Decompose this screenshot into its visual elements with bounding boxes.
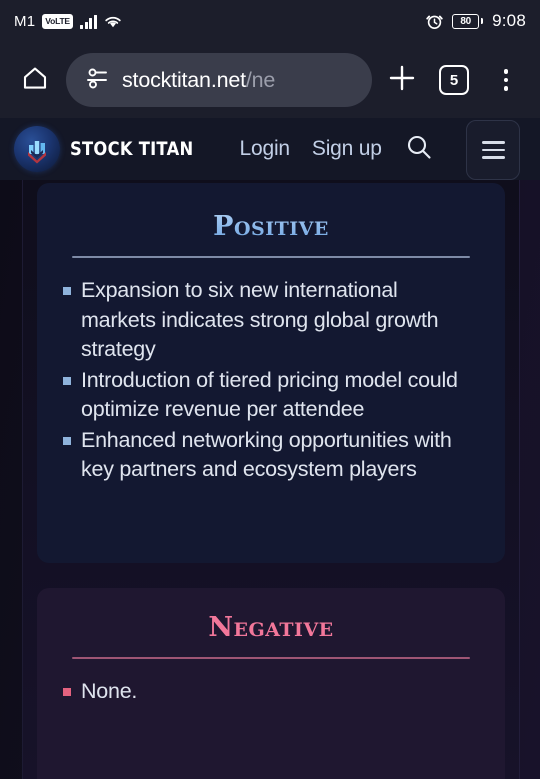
url-text: stocktitan.net/ne [122, 68, 275, 93]
negative-point-list: None. [37, 677, 505, 707]
battery-cap [480, 18, 484, 24]
page-body: Positive Expansion to six new internatio… [0, 180, 540, 779]
list-item: Introduction of tiered pricing model cou… [63, 366, 477, 425]
url-path: /ne [245, 67, 276, 92]
browser-toolbar: stocktitan.net/ne 5 [0, 42, 540, 118]
three-dot-menu-icon [503, 69, 509, 91]
new-tab-button[interactable] [380, 58, 424, 102]
login-link[interactable]: Login [240, 137, 291, 161]
search-icon [404, 132, 434, 167]
home-button[interactable] [12, 57, 58, 103]
positive-divider [72, 256, 470, 258]
volte-badge: VoLTE [42, 13, 73, 29]
wifi-icon [104, 14, 122, 29]
list-item: Expansion to six new international marke… [63, 276, 477, 365]
status-bar-left: M1 VoLTE [14, 13, 122, 30]
negative-title: Negative [208, 612, 334, 643]
list-item: None. [63, 677, 477, 707]
positive-point-list: Expansion to six new international marke… [37, 276, 505, 485]
site-logo[interactable]: STOCK TITAN [14, 126, 214, 172]
tab-count-label: 5 [439, 65, 469, 95]
stock-titan-logo-icon [14, 126, 60, 172]
list-item: Enhanced networking opportunities with k… [63, 426, 477, 485]
site-header: STOCK TITAN Login Sign up [0, 118, 540, 180]
home-icon [21, 64, 49, 97]
hamburger-menu-button[interactable] [466, 120, 520, 180]
url-bar[interactable]: stocktitan.net/ne [66, 53, 372, 107]
battery-indicator: 80 [452, 13, 484, 29]
negative-divider [72, 657, 470, 659]
tab-switcher-button[interactable]: 5 [432, 58, 476, 102]
hamburger-bar-2 [481, 148, 505, 152]
battery-level-label: 80 [452, 13, 480, 29]
hamburger-menu-icon [481, 141, 505, 144]
alarm-clock-icon [426, 13, 443, 30]
url-domain: stocktitan.net [122, 67, 246, 92]
signal-bars-icon [79, 14, 97, 29]
status-bar-right: 80 9:08 [426, 11, 526, 31]
header-nav: Login Sign up [240, 137, 382, 161]
positive-card: Positive Expansion to six new internatio… [37, 183, 505, 563]
negative-card: Negative None. [37, 588, 505, 779]
clock-label: 9:08 [492, 11, 526, 30]
positive-title: Positive [37, 183, 505, 242]
phone-screen: M1 VoLTE 80 9:08 stocktitan.net/ne 5 STO… [0, 0, 540, 779]
hamburger-bar-3 [481, 156, 505, 159]
browser-menu-button[interactable] [484, 58, 528, 102]
tune-icon[interactable] [84, 65, 110, 96]
plus-icon [387, 63, 417, 98]
carrier-label: M1 [14, 12, 36, 30]
status-bar: M1 VoLTE 80 9:08 [0, 0, 540, 42]
content-container: Positive Expansion to six new internatio… [22, 180, 520, 779]
brand-label: STOCK TITAN [70, 138, 194, 160]
signup-link[interactable]: Sign up [312, 137, 382, 161]
search-button[interactable] [402, 132, 436, 166]
